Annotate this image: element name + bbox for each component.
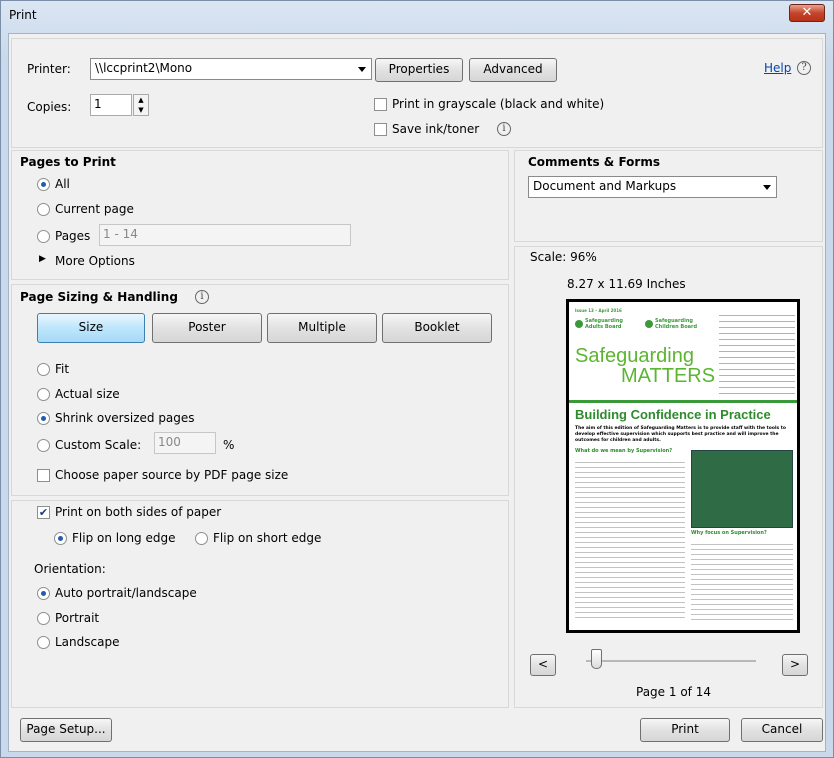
comments-forms-value: Document and Markups <box>533 179 677 193</box>
close-button[interactable]: ✕ <box>789 4 825 22</box>
doc-contents-list <box>719 310 795 394</box>
doc-section-heading: Why focus on Supervision? <box>691 530 767 536</box>
copies-spinner[interactable]: ▲ ▼ <box>133 94 149 116</box>
advanced-button[interactable]: Advanced <box>469 58 557 82</box>
copies-input[interactable]: 1 <box>90 94 132 116</box>
flip-short-edge-radio[interactable] <box>195 532 208 545</box>
doc-logo-children: Safeguarding Children Board <box>655 318 698 330</box>
fit-radio[interactable] <box>37 363 50 376</box>
pages-all-radio[interactable] <box>37 178 50 191</box>
pages-range-radio[interactable] <box>37 230 50 243</box>
portrait-radio[interactable] <box>37 612 50 625</box>
leaf-logo-icon <box>575 320 583 328</box>
custom-scale-input[interactable]: 100 <box>154 432 216 454</box>
flip-long-edge-radio[interactable] <box>54 532 67 545</box>
paper-source-label: Choose paper source by PDF page size <box>55 468 289 482</box>
page-sizing-title: Page Sizing & Handling <box>20 290 178 304</box>
orientation-title: Orientation: <box>34 562 106 576</box>
help-link[interactable]: Help <box>764 61 791 75</box>
doc-section-heading: What do we mean by Supervision? <box>575 448 673 454</box>
spin-down-icon[interactable]: ▼ <box>134 105 148 115</box>
printer-label: Printer: <box>27 62 71 76</box>
custom-scale-value: 100 <box>158 435 181 449</box>
page-setup-button[interactable]: Page Setup... <box>20 718 112 742</box>
properties-button[interactable]: Properties <box>375 58 463 82</box>
paper-source-checkbox[interactable] <box>37 469 50 482</box>
info-icon[interactable]: i <box>497 122 511 136</box>
custom-scale-radio[interactable] <box>37 439 50 452</box>
shrink-oversized-label: Shrink oversized pages <box>55 411 195 425</box>
cancel-button[interactable]: Cancel <box>741 718 823 742</box>
printer-select-value: \\lccprint2\Mono <box>95 61 193 75</box>
doc-masthead-bottom: MATTERS <box>621 365 716 387</box>
booklet-button[interactable]: Booklet <box>382 313 492 343</box>
title-bar[interactable]: Print ✕ <box>1 1 833 31</box>
save-ink-checkbox[interactable] <box>374 123 387 136</box>
doc-intro: The aim of this edition of Safeguarding … <box>575 426 787 443</box>
save-ink-label: Save ink/toner <box>392 122 480 136</box>
copies-label: Copies: <box>27 100 72 114</box>
page-preview: Issue 13 – April 2016 Safeguarding Adult… <box>566 299 800 633</box>
more-options-link[interactable]: More Options <box>55 254 135 268</box>
next-page-button[interactable]: > <box>782 654 808 676</box>
current-page-radio[interactable] <box>37 203 50 216</box>
grayscale-checkbox[interactable] <box>374 98 387 111</box>
window-title: Print <box>9 8 37 22</box>
print-button[interactable]: Print <box>640 718 730 742</box>
previous-page-button[interactable]: < <box>530 654 556 676</box>
zoom-slider-track[interactable] <box>586 660 756 662</box>
expand-triangle-icon[interactable]: ▶ <box>39 254 46 264</box>
chevron-down-icon <box>358 67 366 72</box>
actual-size-radio[interactable] <box>37 388 50 401</box>
percent-label: % <box>223 438 235 452</box>
landscape-radio[interactable] <box>37 636 50 649</box>
zoom-slider-thumb[interactable] <box>591 649 602 669</box>
flip-long-edge-label: Flip on long edge <box>72 531 176 545</box>
printer-select[interactable]: \\lccprint2\Mono <box>90 58 372 80</box>
doc-headline: Building Confidence in Practice <box>575 407 771 422</box>
page-counter: Page 1 of 14 <box>636 685 711 699</box>
help-question-icon[interactable]: ? <box>797 61 811 75</box>
pages-all-label: All <box>55 177 70 191</box>
pages-range-label: Pages <box>55 229 91 243</box>
pages-to-print-title: Pages to Print <box>20 155 116 169</box>
current-page-label: Current page <box>55 202 134 216</box>
multiple-button[interactable]: Multiple <box>267 313 377 343</box>
size-button[interactable]: Size <box>37 313 145 343</box>
fit-label: Fit <box>55 362 70 376</box>
scale-label: Scale: 96% <box>530 250 597 264</box>
spin-up-icon[interactable]: ▲ <box>134 95 148 105</box>
both-sides-label: Print on both sides of paper <box>55 505 222 519</box>
comments-forms-title: Comments & Forms <box>528 155 660 169</box>
landscape-label: Landscape <box>55 635 120 649</box>
doc-logo-adults: Safeguarding Adults Board <box>585 318 623 330</box>
auto-orientation-label: Auto portrait/landscape <box>55 586 197 600</box>
shrink-oversized-radio[interactable] <box>37 412 50 425</box>
pages-range-value: 1 - 14 <box>103 227 138 241</box>
grayscale-label: Print in grayscale (black and white) <box>392 97 605 111</box>
actual-size-label: Actual size <box>55 387 120 401</box>
custom-scale-label: Custom Scale: <box>55 438 142 452</box>
paper-size-label: 8.27 x 11.69 Inches <box>567 277 686 291</box>
portrait-label: Portrait <box>55 611 100 625</box>
doc-chalkboard-image <box>691 450 793 528</box>
doc-issue: Issue 13 – April 2016 <box>575 308 622 313</box>
auto-orientation-radio[interactable] <box>37 587 50 600</box>
poster-button[interactable]: Poster <box>152 313 262 343</box>
print-dialog: Print ✕ Printer: \\lccprint2\Mono Proper… <box>0 0 834 758</box>
doc-masthead-top: Safeguarding <box>575 345 694 367</box>
flip-short-edge-label: Flip on short edge <box>213 531 322 545</box>
leaf-logo-icon <box>645 320 653 328</box>
info-icon[interactable]: i <box>195 290 209 304</box>
both-sides-checkbox[interactable]: ✔ <box>37 506 50 519</box>
chevron-down-icon <box>763 185 771 190</box>
doc-divider <box>569 400 797 403</box>
comments-forms-select[interactable]: Document and Markups <box>528 176 777 198</box>
pages-range-input[interactable]: 1 - 14 <box>99 224 351 246</box>
doc-body-text <box>575 458 685 618</box>
doc-body-text <box>691 540 793 622</box>
copies-value: 1 <box>94 97 102 111</box>
